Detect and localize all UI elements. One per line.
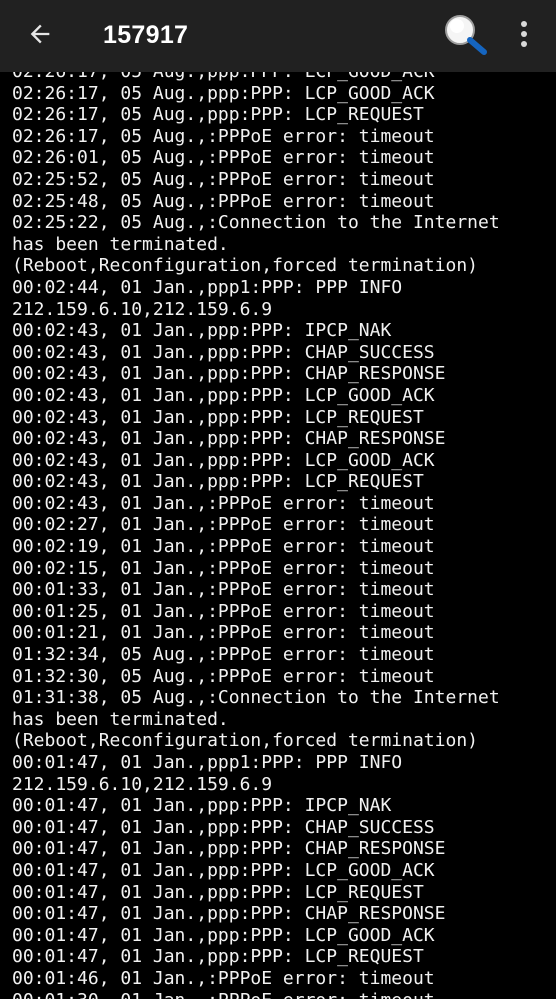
- log-text: 02:26:17, 05 Aug.,ppp:PPP: LCP_GOOD_ACK …: [12, 72, 552, 999]
- log-viewer-screen: 157917 02:26:17, 05 Aug.,ppp:PPP: LCP_GO…: [0, 0, 556, 999]
- log-line: 02:25:52, 05 Aug.,:PPPoE error: timeout: [12, 168, 435, 190]
- log-line: 00:02:43, 01 Jan.,ppp:PPP: IPCP_NAK: [12, 320, 392, 342]
- search-icon: [438, 15, 494, 68]
- back-button[interactable]: [14, 10, 66, 62]
- log-line: 00:02:43, 01 Jan.,ppp:PPP: LCP_REQUEST: [12, 471, 424, 493]
- log-line: 02:26:17, 05 Aug.,:PPPoE error: timeout: [12, 125, 435, 147]
- log-line: 00:01:47, 01 Jan.,ppp:PPP: LCP_REQUEST: [12, 946, 424, 968]
- log-line: 00:02:27, 01 Jan.,:PPPoE error: timeout: [12, 514, 435, 536]
- search-button[interactable]: [438, 8, 494, 64]
- log-line: 212.159.6.10,212.159.6.9: [12, 298, 273, 320]
- log-line: 00:01:33, 01 Jan.,:PPPoE error: timeout: [12, 579, 435, 601]
- log-line: 02:26:17, 05 Aug.,ppp:PPP: LCP_GOOD_ACK: [12, 72, 552, 83]
- log-line: 02:25:22, 05 Aug.,:Connection to the Int…: [12, 212, 500, 234]
- log-line: 00:02:43, 01 Jan.,ppp:PPP: LCP_GOOD_ACK: [12, 449, 435, 471]
- log-line: 00:01:46, 01 Jan.,:PPPoE error: timeout: [12, 967, 435, 989]
- page-title: 157917: [103, 21, 189, 49]
- log-line: 01:32:34, 05 Aug.,:PPPoE error: timeout: [12, 644, 435, 666]
- log-line: 00:01:47, 01 Jan.,ppp:PPP: LCP_GOOD_ACK: [12, 924, 435, 946]
- log-line: 00:01:47, 01 Jan.,ppp:PPP: IPCP_NAK: [12, 795, 392, 817]
- log-line: 02:26:01, 05 Aug.,:PPPoE error: timeout: [12, 147, 435, 169]
- log-scroll-view[interactable]: 02:26:17, 05 Aug.,ppp:PPP: LCP_GOOD_ACK …: [0, 72, 556, 999]
- log-line: 00:02:44, 01 Jan.,ppp1:PPP: PPP INFO: [12, 276, 403, 298]
- log-line: 01:31:38, 05 Aug.,:Connection to the Int…: [12, 687, 500, 709]
- arrow-back-icon: [26, 20, 54, 53]
- log-line: 00:01:47, 01 Jan.,ppp:PPP: CHAP_SUCCESS: [12, 816, 435, 838]
- log-line: 00:02:43, 01 Jan.,ppp:PPP: CHAP_RESPONSE: [12, 428, 446, 450]
- log-line: 00:01:30, 01 Jan.,:PPPoE error: timeout: [12, 990, 552, 999]
- log-line: has been terminated.: [12, 708, 229, 730]
- log-line: 00:01:21, 01 Jan.,:PPPoE error: timeout: [12, 622, 435, 644]
- log-line: 212.159.6.10,212.159.6.9: [12, 773, 273, 795]
- log-line: 02:26:17, 05 Aug.,ppp:PPP: LCP_GOOD_ACK: [12, 82, 435, 104]
- log-line: 00:02:15, 01 Jan.,:PPPoE error: timeout: [12, 557, 435, 579]
- app-toolbar: 157917: [0, 0, 556, 72]
- log-line: 01:32:30, 05 Aug.,:PPPoE error: timeout: [12, 665, 435, 687]
- log-line: 00:01:47, 01 Jan.,ppp:PPP: CHAP_RESPONSE: [12, 903, 446, 925]
- log-line: 00:02:43, 01 Jan.,:PPPoE error: timeout: [12, 492, 435, 514]
- log-line: 00:02:43, 01 Jan.,ppp:PPP: LCP_GOOD_ACK: [12, 384, 435, 406]
- log-line: 00:01:25, 01 Jan.,:PPPoE error: timeout: [12, 600, 435, 622]
- log-line: 00:01:47, 01 Jan.,ppp1:PPP: PPP INFO: [12, 752, 403, 773]
- more-vert-icon: [520, 20, 528, 53]
- log-line: 00:01:47, 01 Jan.,ppp:PPP: CHAP_RESPONSE: [12, 838, 446, 860]
- log-line: 00:01:47, 01 Jan.,ppp:PPP: LCP_REQUEST: [12, 881, 424, 903]
- log-line: 02:25:48, 05 Aug.,:PPPoE error: timeout: [12, 190, 435, 212]
- log-line: (Reboot,Reconfiguration,forced terminati…: [12, 730, 478, 752]
- log-line: 02:26:17, 05 Aug.,ppp:PPP: LCP_REQUEST: [12, 104, 424, 126]
- log-line: 00:02:19, 01 Jan.,:PPPoE error: timeout: [12, 536, 435, 558]
- log-line: (Reboot,Reconfiguration,forced terminati…: [12, 255, 478, 277]
- log-line: 00:02:43, 01 Jan.,ppp:PPP: CHAP_SUCCESS: [12, 341, 435, 363]
- overflow-menu-button[interactable]: [506, 12, 542, 60]
- log-line: has been terminated.: [12, 233, 229, 255]
- log-line: 00:01:47, 01 Jan.,ppp:PPP: LCP_GOOD_ACK: [12, 859, 435, 881]
- log-line: 00:02:43, 01 Jan.,ppp:PPP: LCP_REQUEST: [12, 406, 424, 428]
- log-line: 00:02:43, 01 Jan.,ppp:PPP: CHAP_RESPONSE: [12, 363, 446, 385]
